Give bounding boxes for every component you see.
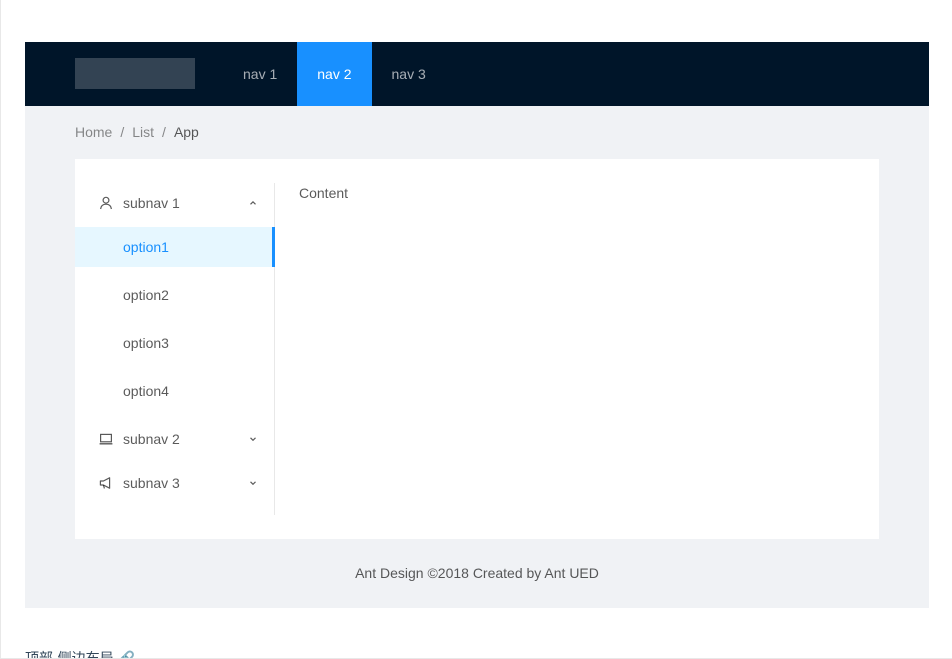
logo	[75, 58, 195, 89]
breadcrumb-separator: /	[162, 124, 166, 140]
breadcrumb-list[interactable]: List	[132, 106, 154, 158]
menu-option-3[interactable]: option3	[75, 323, 274, 363]
breadcrumb: Home / List / App	[75, 106, 199, 158]
side-menu: subnav 1 option1 option2 option3 option4	[75, 183, 275, 515]
submenu-subnav-1[interactable]: subnav 1	[75, 183, 274, 223]
breadcrumb-app: App	[173, 124, 199, 140]
top-nav: nav 1 nav 2 nav 3	[223, 42, 446, 106]
submenu-subnav-2[interactable]: subnav 2	[75, 419, 274, 459]
notification-icon	[99, 476, 113, 490]
layout-demo: nav 1 nav 2 nav 3 Home / List / App subn…	[25, 42, 929, 608]
chevron-down-icon	[248, 463, 258, 503]
content-box: subnav 1 option1 option2 option3 option4	[75, 159, 879, 539]
menu-option-1[interactable]: option1	[75, 227, 275, 267]
submenu-label: subnav 3	[123, 475, 180, 491]
header: nav 1 nav 2 nav 3	[25, 42, 929, 106]
menu-option-4[interactable]: option4	[75, 371, 274, 411]
nav-item-3[interactable]: nav 3	[372, 42, 446, 106]
chevron-up-icon	[248, 183, 258, 223]
menu-option-2[interactable]: option2	[75, 275, 274, 315]
submenu-label: subnav 2	[123, 431, 180, 447]
submenu-subnav-3[interactable]: subnav 3	[75, 463, 274, 503]
user-icon	[99, 196, 113, 210]
breadcrumb-separator: /	[120, 124, 125, 140]
page: nav 1 nav 2 nav 3 Home / List / App subn…	[0, 0, 952, 659]
nav-item-2[interactable]: nav 2	[297, 42, 372, 106]
laptop-icon	[99, 432, 113, 446]
breadcrumb-home[interactable]: Home	[75, 106, 112, 158]
footer: Ant Design ©2018 Created by Ant UED	[355, 565, 599, 581]
main-content: Content	[299, 185, 349, 201]
nav-item-1[interactable]: nav 1	[223, 42, 297, 106]
submenu-label: subnav 1	[123, 195, 180, 211]
chevron-down-icon	[248, 419, 258, 459]
